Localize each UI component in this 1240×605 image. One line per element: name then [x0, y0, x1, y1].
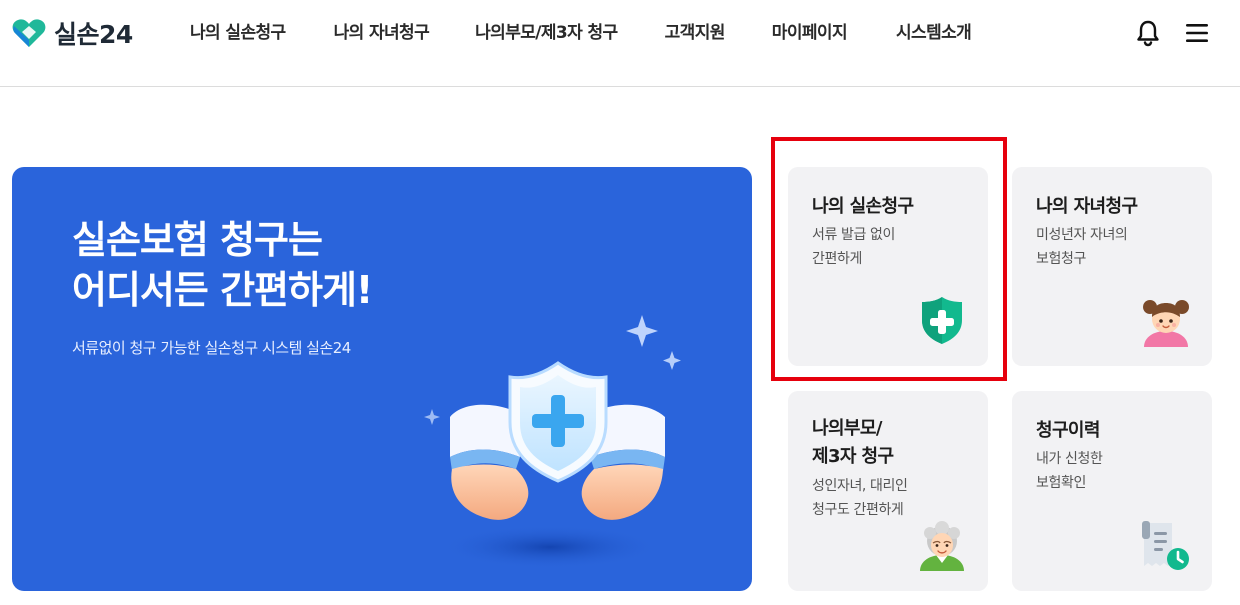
card-title-line2: 제3자 청구 — [812, 446, 894, 467]
hero-title-line1: 실손보험 청구는 — [72, 218, 323, 262]
hero-title: 실손보험 청구는 어디서든 간편하게! — [72, 215, 373, 315]
brand-logo[interactable]: 실손24 — [12, 17, 133, 49]
nav-customer-support[interactable]: 고객지원 — [665, 20, 726, 46]
card-desc-line2: 보험청구 — [1036, 251, 1086, 267]
green-shield-plus-icon — [922, 297, 962, 344]
card-desc-line1: 내가 신청한 — [1036, 451, 1103, 467]
card-title-line1: 나의부모/ — [812, 418, 882, 439]
main-nav: 나의 실손청구 나의 자녀청구 나의부모/제3자 청구 고객지원 마이페이지 시… — [190, 20, 972, 46]
card-desc-line1: 서류 발급 없이 — [812, 227, 895, 243]
card-title: 청구이력 — [1036, 420, 1100, 441]
hero-title-line2: 어디서든 간편하게! — [72, 268, 373, 312]
receipt-clock-icon — [1142, 521, 1189, 570]
card-child-claim[interactable]: 나의 자녀청구 미성년자 자녀의 보험청구 — [1012, 167, 1212, 366]
hero-banner: 실손보험 청구는 어디서든 간편하게! 서류없이 청구 가능한 실손청구 시스템… — [12, 167, 752, 591]
child-avatar-icon — [1143, 300, 1189, 347]
card-desc-line1: 성인자녀, 대리인 — [812, 478, 908, 494]
card-desc-line2: 보험확인 — [1036, 475, 1086, 491]
nav-my-claim[interactable]: 나의 실손청구 — [190, 20, 286, 46]
elderly-avatar-icon — [920, 521, 964, 571]
brand-name: 실손24 — [54, 20, 133, 49]
nav-system-intro[interactable]: 시스템소개 — [896, 20, 972, 46]
card-desc-line2: 청구도 간편하게 — [812, 502, 904, 518]
card-title: 나의 자녀청구 — [1036, 196, 1138, 217]
card-title: 나의 실손청구 — [812, 196, 914, 217]
heart-logo-icon — [12, 19, 46, 47]
hero-subtitle: 서류없이 청구 가능한 실손청구 시스템 실손24 — [72, 339, 351, 357]
shield-hands-illustration — [424, 315, 681, 569]
bell-icon[interactable] — [1134, 19, 1162, 47]
nav-my-page[interactable]: 마이페이지 — [772, 20, 848, 46]
nav-parent-third-party-claim[interactable]: 나의부모/제3자 청구 — [475, 20, 618, 46]
card-claim-history[interactable]: 청구이력 내가 신청한 보험확인 — [1012, 391, 1212, 591]
top-header: 실손24 나의 실손청구 나의 자녀청구 나의부모/제3자 청구 고객지원 마이… — [0, 0, 1240, 87]
card-my-claim[interactable]: 나의 실손청구 서류 발급 없이 간편하게 — [788, 167, 988, 366]
nav-child-claim[interactable]: 나의 자녀청구 — [334, 20, 430, 46]
hamburger-menu-icon[interactable] — [1184, 20, 1210, 46]
card-desc-line1: 미성년자 자녀의 — [1036, 227, 1128, 243]
card-desc-line2: 간편하게 — [812, 251, 862, 267]
card-parent-third-party-claim[interactable]: 나의부모/ 제3자 청구 성인자녀, 대리인 청구도 간편하게 — [788, 391, 988, 591]
